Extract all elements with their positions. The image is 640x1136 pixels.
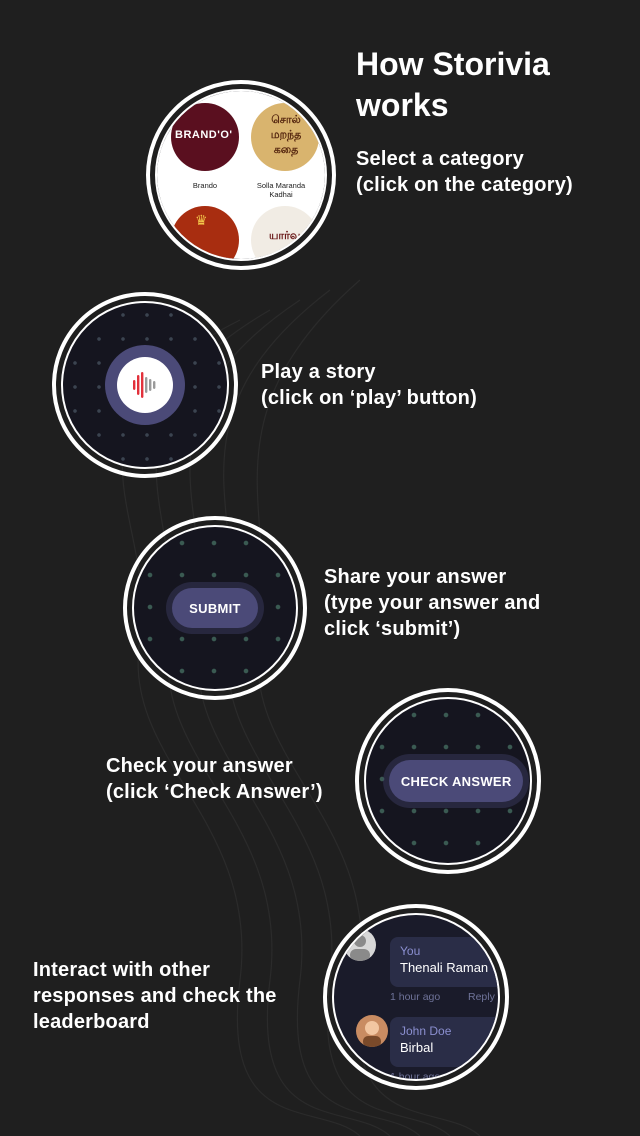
submit-button[interactable]: SUBMIT: [172, 588, 258, 628]
category-tile-four[interactable]: யார்வ: [251, 206, 319, 259]
chat-time: 1 hour ago: [390, 1071, 441, 1081]
chat-answer: Birbal: [400, 1040, 434, 1055]
chat-card-john-doe: John Doe Birbal: [390, 1017, 498, 1067]
chat-card-you: You Thenali Raman: [390, 937, 498, 987]
chat-author: John Doe: [400, 1024, 452, 1038]
check-answer-button[interactable]: CHECK ANSWER: [389, 760, 524, 802]
category-tile-solla-maranda-kadhai[interactable]: சொல் மறந்த கதை: [251, 103, 319, 171]
crown-icon: ♛: [195, 212, 208, 228]
category-grid: BRAND'O' Brando சொல் மறந்த கதை Solla Mar…: [157, 91, 325, 259]
step-interact-circle[interactable]: You Thenali Raman 1 hour ago Reply John …: [323, 904, 509, 1090]
step-check-answer-circle[interactable]: CHECK ANSWER: [355, 688, 541, 874]
audio-waveform-icon: [133, 372, 156, 398]
reply-link[interactable]: Reply: [468, 991, 495, 1003]
step-play-circle[interactable]: [52, 292, 238, 478]
step-2-text: Play a story (click on ‘play’ button): [261, 361, 477, 409]
step-category-circle[interactable]: BRAND'O' Brando சொல் மறந்த கதை Solla Mar…: [146, 80, 336, 270]
step-4-text: Check your answer (click ‘Check Answer’): [106, 755, 323, 803]
category-tile-brando[interactable]: BRAND'O': [171, 103, 239, 171]
page-title: How Storivia works: [356, 46, 550, 123]
brando-logo-text: BRAND'O': [175, 129, 233, 141]
chat-time: 1 hour ago: [390, 991, 441, 1003]
step-submit-circle[interactable]: SUBMIT: [123, 516, 307, 700]
avatar-you: [344, 929, 376, 961]
chat-author: You: [400, 944, 421, 958]
step-5-text: Interact with other responses and check …: [33, 959, 277, 1033]
step-3-text: Share your answer (type your answer and …: [324, 566, 541, 640]
avatar-john-doe: [356, 1015, 388, 1047]
category-tile-three[interactable]: ♛: [171, 206, 239, 259]
play-button[interactable]: [105, 345, 185, 425]
category-label-solla-maranda-kadhai: Solla Maranda Kadhai: [256, 181, 306, 199]
category-label-brando: Brando: [192, 181, 218, 190]
chat-answer: Thenali Raman: [400, 960, 489, 975]
step-1-text: Select a category (click on the category…: [356, 148, 573, 196]
solla-tile-text: சொல் மறந்த கதை: [270, 114, 302, 156]
tile-four-text: யார்வ: [269, 230, 301, 242]
